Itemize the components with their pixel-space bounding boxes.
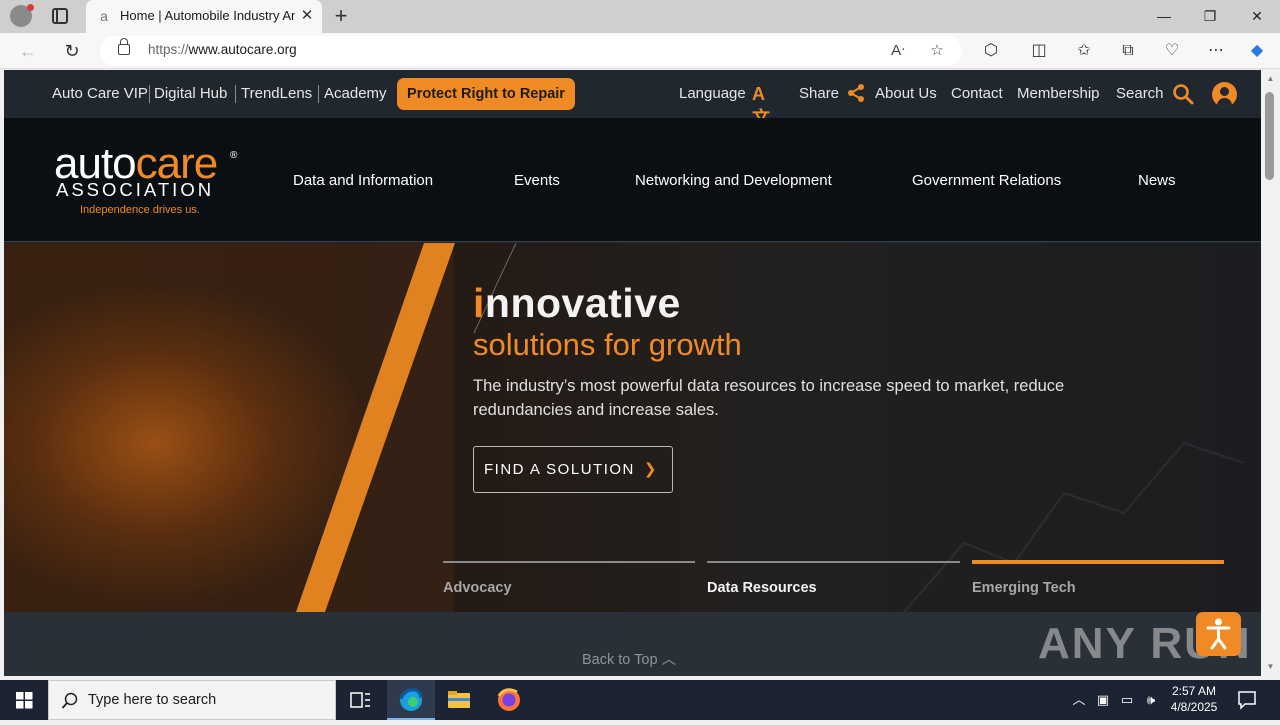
- util-divider: [235, 85, 236, 103]
- taskbar-clock[interactable]: 2:57 AM 4/8/2025: [1164, 683, 1224, 715]
- url-text: https://www.autocare.org: [148, 42, 297, 57]
- profile-avatar-icon[interactable]: [10, 4, 34, 27]
- carousel-tab-bar-data-resources[interactable]: [707, 561, 960, 563]
- volume-icon[interactable]: 🕪: [1142, 691, 1160, 709]
- scroll-up-arrow-icon[interactable]: ▲: [1265, 74, 1276, 84]
- hero-description: The industry’s most powerful data resour…: [473, 377, 1065, 419]
- hero-headline: innovative: [473, 280, 681, 326]
- window-minimize-button[interactable]: —: [1152, 5, 1176, 27]
- window-restore-button[interactable]: ❐: [1198, 5, 1222, 27]
- share-link[interactable]: Share: [799, 84, 839, 104]
- page-viewport: Auto Care VIP Digital Hub TrendLens Acad…: [4, 70, 1261, 676]
- file-explorer-icon[interactable]: [435, 680, 483, 720]
- back-arrow-icon[interactable]: ←: [16, 39, 40, 63]
- language-selector[interactable]: Language: [679, 84, 746, 104]
- favorite-star-icon[interactable]: ☆: [927, 41, 947, 61]
- page-favicon-icon: a: [100, 8, 108, 24]
- util-link-auto-care-vip[interactable]: Auto Care VIP: [52, 84, 148, 104]
- clock-date: 4/8/2025: [1170, 700, 1218, 714]
- logo-association-text: ASSOCIATION: [56, 179, 215, 200]
- chevron-up-icon: ︿: [661, 652, 677, 668]
- logo-registered-mark: ®: [230, 150, 238, 161]
- taskbar-search-placeholder: Type here to search: [88, 692, 217, 708]
- nav-news[interactable]: News: [1138, 170, 1176, 192]
- translate-icon[interactable]: A文: [752, 82, 780, 128]
- contact-link[interactable]: Contact: [951, 84, 1003, 104]
- browser-essentials-icon[interactable]: ♡: [1161, 40, 1183, 62]
- nav-data-and-information[interactable]: Data and Information: [293, 170, 433, 192]
- lock-icon: [118, 38, 130, 55]
- settings-more-icon[interactable]: ⋯: [1205, 40, 1227, 62]
- carousel-tab-emerging-tech[interactable]: Emerging Tech: [972, 580, 1076, 596]
- utility-bar: Auto Care VIP Digital Hub TrendLens Acad…: [4, 70, 1261, 128]
- window-close-button[interactable]: ✕: [1245, 5, 1269, 27]
- carousel-tab-advocacy[interactable]: Advocacy: [443, 580, 512, 596]
- split-screen-icon[interactable]: ◫: [1028, 40, 1050, 62]
- carousel-tab-bar-advocacy[interactable]: [443, 561, 695, 563]
- util-link-academy[interactable]: Academy: [324, 84, 387, 104]
- new-tab-button[interactable]: +: [331, 4, 351, 28]
- accessibility-icon: [1206, 618, 1231, 650]
- util-divider: [149, 85, 150, 103]
- taskbar-search-box[interactable]: Type here to search: [48, 680, 336, 720]
- notification-dot: [27, 4, 34, 11]
- about-us-link[interactable]: About Us: [875, 84, 937, 104]
- task-view-icon[interactable]: [336, 680, 384, 720]
- windows-start-icon[interactable]: [0, 680, 48, 720]
- page-scrollbar[interactable]: ▲ ▼: [1261, 70, 1280, 676]
- search-icon[interactable]: [1172, 83, 1194, 105]
- back-to-top-link[interactable]: Back to Top ︿: [582, 648, 676, 669]
- nav-networking-and-development[interactable]: Networking and Development: [635, 170, 832, 192]
- refresh-icon[interactable]: ↻: [60, 39, 84, 63]
- hero-subheadline: solutions for growth: [473, 327, 742, 362]
- tab-close-icon[interactable]: ✕: [299, 7, 315, 25]
- nav-government-relations[interactable]: Government Relations: [912, 170, 1061, 192]
- util-divider: [318, 85, 319, 103]
- scrollbar-thumb[interactable]: [1265, 92, 1274, 180]
- browser-tab-active[interactable]: a Home | Automobile Industry An ✕: [86, 0, 322, 33]
- protect-right-to-repair-button[interactable]: Protect Right to Repair: [397, 78, 575, 110]
- collections-icon[interactable]: ⧉: [1117, 40, 1139, 62]
- nav-events[interactable]: Events: [514, 170, 560, 192]
- url-field[interactable]: https://www.autocare.org Aᐧ ☆: [100, 36, 962, 66]
- clock-time: 2:57 AM: [1171, 684, 1217, 698]
- user-account-icon[interactable]: [1212, 82, 1237, 107]
- copilot-icon[interactable]: ◆: [1246, 40, 1268, 62]
- firefox-icon[interactable]: [485, 680, 533, 720]
- notifications-icon[interactable]: [1237, 690, 1257, 710]
- main-navigation: autocare ® ASSOCIATION Independence driv…: [4, 118, 1261, 242]
- hero-banner: innovative solutions for growth The indu…: [4, 243, 1261, 612]
- accessibility-button[interactable]: [1196, 612, 1241, 656]
- carousel-tab-data-resources[interactable]: Data Resources: [707, 580, 817, 596]
- share-icon[interactable]: [846, 83, 866, 103]
- show-hidden-icons-chevron[interactable]: ︿: [1070, 691, 1088, 709]
- tab-actions-icon[interactable]: [52, 8, 68, 24]
- util-link-trendlens[interactable]: TrendLens: [241, 84, 312, 104]
- find-a-solution-button[interactable]: FIND A SOLUTION ❯: [473, 446, 673, 493]
- page-footer-strip: ANY RUN Back to Top ︿: [4, 612, 1261, 676]
- browser-tab-bar: a Home | Automobile Industry An ✕ + — ❐ …: [0, 0, 1280, 33]
- tray-device-icon[interactable]: ▣: [1094, 691, 1112, 709]
- read-aloud-icon[interactable]: Aᐧ: [888, 41, 908, 61]
- membership-link[interactable]: Membership: [1017, 84, 1100, 104]
- chevron-right-icon: ❯: [643, 461, 658, 478]
- util-link-digital-hub[interactable]: Digital Hub: [154, 84, 227, 104]
- logo-tagline: Independence drives us.: [80, 204, 200, 216]
- cta-label: FIND A SOLUTION: [484, 461, 635, 478]
- taskbar-search-icon: [61, 692, 78, 709]
- autocare-association-logo[interactable]: autocare ® ASSOCIATION Independence driv…: [54, 142, 244, 220]
- browser-address-bar: ← ↻ https://www.autocare.org Aᐧ ☆ ⬡ ◫ ✩ …: [0, 33, 1280, 69]
- carousel-tab-bar-emerging-tech[interactable]: [972, 560, 1224, 564]
- edge-taskbar-icon[interactable]: [387, 680, 435, 720]
- network-icon[interactable]: ▭: [1118, 691, 1136, 709]
- tab-title: Home | Automobile Industry An: [120, 8, 295, 23]
- windows-taskbar: Type here to search ︿ ▣ ▭ 🕪 2:57 AM 4/8/…: [0, 680, 1280, 720]
- favorites-icon[interactable]: ✩: [1073, 40, 1095, 62]
- extensions-icon[interactable]: ⬡: [980, 40, 1002, 62]
- scroll-down-arrow-icon[interactable]: ▼: [1265, 662, 1276, 672]
- search-link[interactable]: Search: [1116, 84, 1164, 104]
